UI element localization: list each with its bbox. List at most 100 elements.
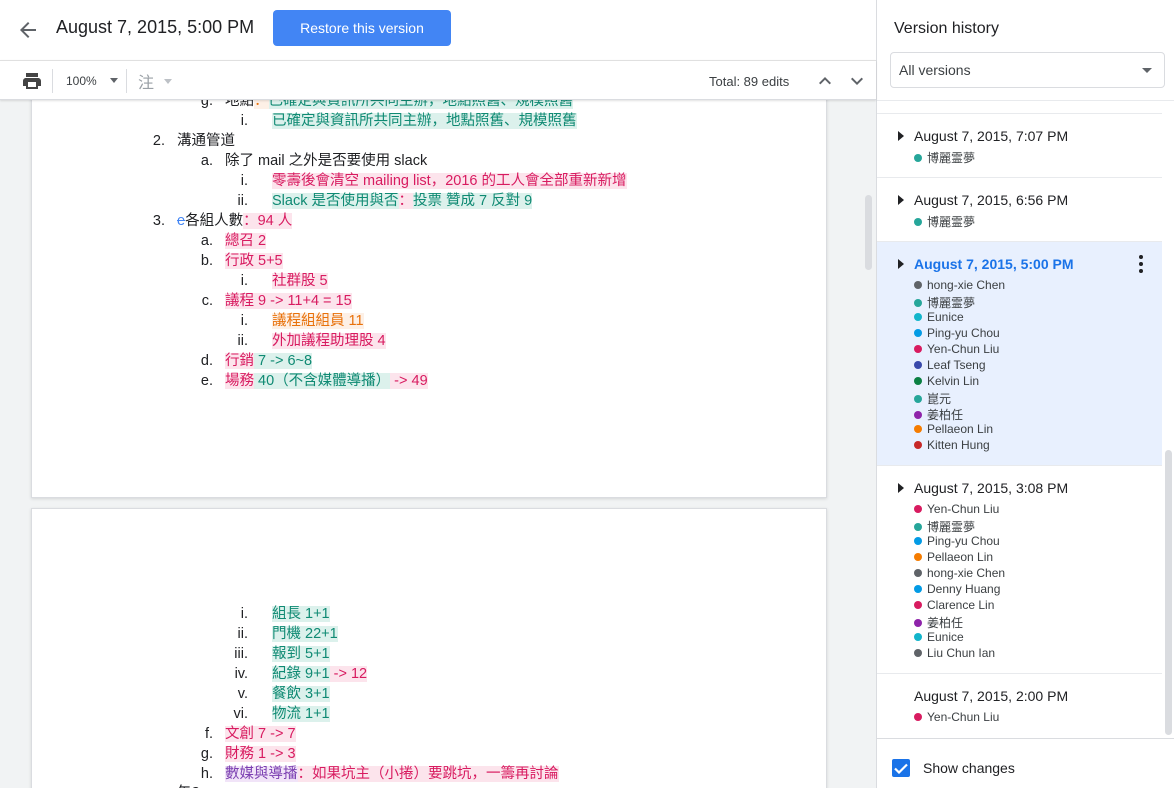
more-options-icon[interactable] <box>1138 255 1144 273</box>
author-entry: Denny Huang <box>914 582 1000 596</box>
version-date: August 7, 2015, 3:08 PM <box>914 480 1069 496</box>
top-bar: August 7, 2015, 5:00 PM Restore this ver… <box>0 0 876 60</box>
version-item[interactable]: August 7, 2015, 6:56 PM 博麗霊夢 <box>877 178 1162 242</box>
author-entry: hong-xie Chen <box>914 278 1005 292</box>
toolbar: 100% 注 Total: 89 edits <box>0 60 876 100</box>
zoom-select[interactable]: 100% <box>60 69 122 93</box>
list-marker: f. <box>204 726 213 742</box>
expand-triangle-icon[interactable] <box>898 483 904 493</box>
author-color-dot <box>914 713 922 721</box>
document-canvas[interactable]: g. 地點：已確定與資訊所共同主辦，地點照舊、規模照舊 i. 已確定與資訊所共同… <box>0 100 876 788</box>
list-marker: v. <box>237 686 248 702</box>
version-filter-select[interactable]: All versions <box>890 52 1165 88</box>
style-value: 注 <box>138 75 155 92</box>
list-marker: vi. <box>233 706 249 722</box>
total-edits-count: Total: 89 edits <box>709 74 790 89</box>
author-entry: Yen-Chun Liu <box>914 502 999 516</box>
author-entry: Pellaeon Lin <box>914 422 993 436</box>
list-marker: a. <box>200 153 213 169</box>
show-changes-label[interactable]: Show changes <box>923 760 1015 776</box>
list-item: Slack 是否使用與否：投票 贊成 7 反對 9 <box>272 193 533 209</box>
chevron-down-icon <box>164 79 172 84</box>
list-item: 總召 2 <box>225 233 267 249</box>
author-entry: Kitten Hung <box>914 438 990 452</box>
author-color-dot <box>914 441 922 449</box>
list-marker: i. <box>240 173 248 189</box>
author-entry: 姜柏任 <box>914 406 963 423</box>
list-marker: c. <box>201 293 213 309</box>
print-icon[interactable] <box>22 71 42 91</box>
author-color-dot <box>914 377 922 385</box>
list-item: 數媒與導播：如果坑主（小捲）要跳坑，一籌再討論 <box>225 766 559 782</box>
author-color-dot <box>914 153 922 162</box>
list-item: 零壽後會清空 mailing list，2016 的工人會全部重新新增 <box>272 173 627 189</box>
list-item: 門機 22+1 <box>272 626 338 642</box>
list-item: 已確定與資訊所共同主辦，地點照舊、規模照舊 <box>272 113 577 129</box>
version-item[interactable]: August 7, 2015, 2:00 PM Yen-Chun Liu <box>877 674 1162 738</box>
restore-version-button[interactable]: Restore this version <box>273 10 451 46</box>
panel-scrollbar[interactable] <box>1165 450 1172 735</box>
author-color-dot <box>914 618 922 627</box>
panel-title: Version history <box>894 20 999 37</box>
list-item: 議程 9 -> 11+4 = 15 <box>225 293 352 309</box>
author-entry: Yen-Chun Liu <box>914 710 999 724</box>
list-marker: b. <box>200 253 213 269</box>
version-date: August 7, 2015, 2:00 PM <box>914 688 1069 704</box>
expand-triangle-icon[interactable] <box>898 195 904 205</box>
back-arrow-icon[interactable] <box>14 16 42 44</box>
author-color-dot <box>914 537 922 545</box>
author-entry: Eunice <box>914 630 964 644</box>
show-changes-checkbox[interactable] <box>892 759 910 777</box>
author-entry: hong-xie Chen <box>914 566 1005 580</box>
previous-edit-button[interactable] <box>815 71 835 91</box>
list-item: 文創 7 -> 7 <box>225 726 296 742</box>
author-entry: Pellaeon Lin <box>914 550 993 564</box>
list-marker: ii. <box>237 333 248 349</box>
list-marker: 2. <box>152 133 165 149</box>
style-select[interactable]: 注 <box>134 69 176 93</box>
author-entry: Ping-yu Chou <box>914 534 1000 548</box>
document-page: i. 組長 1+1 ii. 門機 22+1 iii. 報到 5+1 iv. 紀錄… <box>31 508 827 788</box>
list-marker: ii. <box>237 626 248 642</box>
next-edit-button[interactable] <box>847 71 867 91</box>
author-color-dot <box>914 505 922 513</box>
version-item[interactable]: August 7, 2015, 7:07 PM 博麗霊夢 <box>877 114 1162 178</box>
author-color-dot <box>914 217 922 226</box>
author-color-dot <box>914 522 922 531</box>
list-item: 財務 1 -> 3 <box>225 746 296 762</box>
document-scrollbar[interactable] <box>865 195 872 270</box>
author-color-dot <box>914 649 922 657</box>
version-history-panel: Version history All versions August 7, 2… <box>876 0 1174 788</box>
author-color-dot <box>914 553 922 561</box>
toolbar-divider <box>126 69 127 93</box>
author-color-dot <box>914 425 922 433</box>
version-item-selected[interactable]: August 7, 2015, 5:00 PM hong-xie Chen 博麗… <box>877 242 1162 466</box>
author-color-dot <box>914 361 922 369</box>
author-entry: Yen-Chun Liu <box>914 342 999 356</box>
version-item[interactable]: August 7, 2015, 3:08 PM Yen-Chun Liu 博麗霊… <box>877 466 1162 674</box>
list-marker: i. <box>240 273 248 289</box>
expand-triangle-icon[interactable] <box>898 259 904 269</box>
author-color-dot <box>914 633 922 641</box>
author-entry: Eunice <box>914 310 964 324</box>
chevron-down-icon <box>110 78 118 83</box>
author-color-dot <box>914 410 922 419</box>
version-date: August 7, 2015, 7:07 PM <box>914 128 1069 144</box>
author-color-dot <box>914 345 922 353</box>
list-item: 場務 40（不含媒體導播） -> 49 <box>225 373 428 389</box>
document-page: g. 地點：已確定與資訊所共同主辦，地點照舊、規模照舊 i. 已確定與資訊所共同… <box>31 100 827 498</box>
author-entry: 姜柏任 <box>914 614 963 631</box>
author-color-dot <box>914 394 922 403</box>
author-color-dot <box>914 298 922 307</box>
zoom-value: 100% <box>66 74 97 88</box>
list-item: 溝通管道 <box>177 133 235 149</box>
version-date: August 7, 2015, 6:56 PM <box>914 192 1069 208</box>
author-color-dot <box>914 313 922 321</box>
version-title: August 7, 2015, 5:00 PM <box>56 17 255 37</box>
list-marker: a. <box>200 233 213 249</box>
list-marker: i. <box>240 113 248 129</box>
list-marker: i. <box>240 313 248 329</box>
version-list: August 7, 2015, 7:07 PM 博麗霊夢 August 7, 2… <box>877 100 1174 738</box>
expand-triangle-icon[interactable] <box>898 131 904 141</box>
list-item: 午? <box>177 784 200 788</box>
